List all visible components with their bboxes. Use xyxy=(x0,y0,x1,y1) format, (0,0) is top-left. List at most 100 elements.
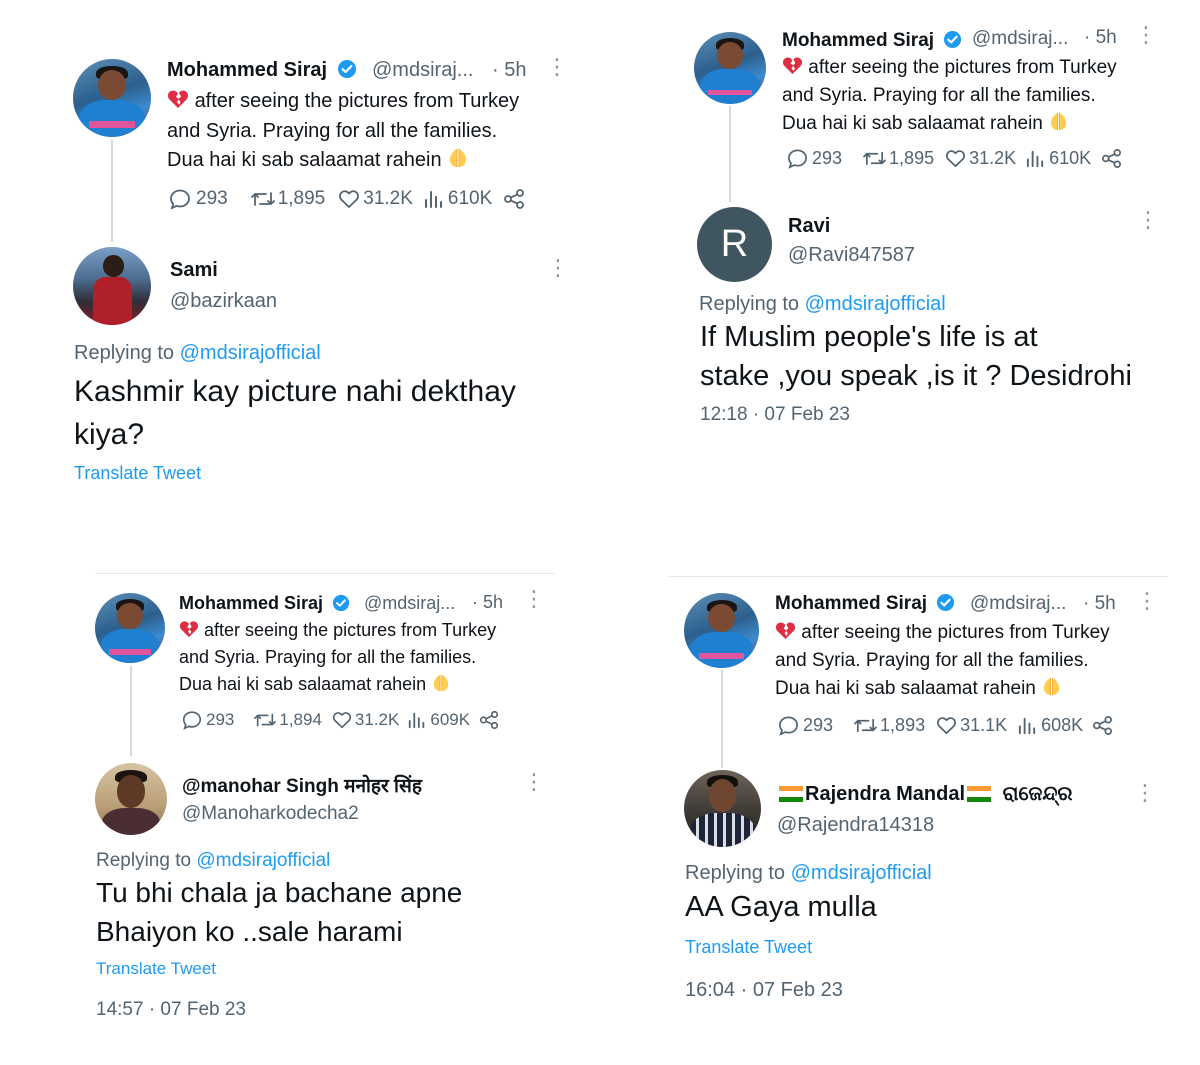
replying-to-line: Replying to @mdsirajofficial xyxy=(74,342,321,364)
share-action[interactable] xyxy=(1100,147,1123,170)
reply-author-handle[interactable]: @Ravi847587 xyxy=(788,244,915,267)
reply-icon xyxy=(170,189,190,210)
original-author-avatar[interactable] xyxy=(694,32,766,104)
heart-icon xyxy=(946,150,966,168)
original-author-handle[interactable]: @mdsiraj... xyxy=(970,593,1066,615)
reply-author-avatar[interactable] xyxy=(684,770,761,847)
tweet-action-bar: 293 1,895 31.2K 610K xyxy=(168,187,526,211)
translate-tweet-link[interactable]: Translate Tweet xyxy=(685,937,812,958)
retweet-icon xyxy=(863,151,886,166)
original-author-avatar[interactable] xyxy=(73,59,151,137)
reply-action[interactable]: 293 xyxy=(777,714,833,737)
verified-badge-icon xyxy=(332,594,350,612)
reply-author-handle[interactable]: @Rajendra14318 xyxy=(777,814,934,837)
share-action[interactable] xyxy=(502,187,526,211)
reply-count: 293 xyxy=(803,715,834,735)
like-action[interactable]: 31.2K xyxy=(337,187,413,211)
more-options-icon[interactable]: ⋮ xyxy=(1135,24,1157,46)
like-action[interactable]: 31.2K xyxy=(944,147,1016,170)
share-icon xyxy=(479,710,499,730)
more-options-icon[interactable]: ⋮ xyxy=(546,56,568,78)
original-tweet-text: after seeing the pictures from Turkey an… xyxy=(782,57,1117,134)
reply-action[interactable]: 293 xyxy=(786,147,842,170)
heart-icon xyxy=(339,190,360,208)
original-author-handle[interactable]: @mdsiraj... xyxy=(972,28,1068,50)
verified-badge-icon xyxy=(337,60,356,78)
reply-timestamp[interactable]: 12:18 · 07 Feb 23 xyxy=(700,404,850,426)
reply-more-options-icon[interactable]: ⋮ xyxy=(523,771,545,793)
replying-to-link[interactable]: @mdsirajofficial xyxy=(196,850,330,871)
views-action[interactable]: 610K xyxy=(423,187,492,211)
tweet-action-bar: 293 1,894 31.2K 609K xyxy=(181,709,500,731)
retweet-count: 1,895 xyxy=(277,188,326,209)
original-tweet-age[interactable]: · 5h xyxy=(492,59,526,82)
original-tweet-age[interactable]: · 5h xyxy=(1084,27,1117,49)
reply-author-avatar[interactable] xyxy=(73,247,151,325)
reply-more-options-icon[interactable]: ⋮ xyxy=(1137,209,1159,231)
thread-connector xyxy=(130,666,132,756)
retweet-action[interactable]: 1,895 xyxy=(250,187,326,211)
reply-tweet-text: Tu bhi chala ja bachane apne Bhaiyon ko … xyxy=(96,877,463,947)
reply-timestamp[interactable]: 14:57 · 07 Feb 23 xyxy=(96,999,246,1021)
india-flag-icon xyxy=(779,786,803,802)
views-icon xyxy=(1027,150,1044,168)
share-action[interactable] xyxy=(1091,714,1114,737)
broken-heart-icon xyxy=(179,621,199,638)
like-action[interactable]: 31.2K xyxy=(331,709,399,731)
views-icon xyxy=(1019,717,1036,735)
retweet-action[interactable]: 1,893 xyxy=(853,714,925,737)
translate-tweet-link[interactable]: Translate Tweet xyxy=(96,959,216,979)
share-icon xyxy=(1093,716,1113,735)
praying-hands-icon xyxy=(1044,677,1060,696)
retweet-action[interactable]: 1,894 xyxy=(253,709,322,731)
original-author-name[interactable]: Mohammed Siraj xyxy=(775,593,955,615)
original-tweet-age[interactable]: · 5h xyxy=(472,592,503,613)
reply-action[interactable]: 293 xyxy=(168,187,228,211)
reply-more-options-icon[interactable]: ⋮ xyxy=(1134,782,1156,804)
share-action[interactable] xyxy=(478,709,500,731)
views-action[interactable]: 610K xyxy=(1025,147,1091,170)
original-author-name[interactable]: Mohammed Siraj xyxy=(179,593,350,614)
reply-author-name[interactable]: Ravi xyxy=(788,215,830,238)
reply-author-name[interactable]: @manohar Singh मनोहर सिंह xyxy=(182,772,422,798)
reply-author-name[interactable]: Sami xyxy=(170,259,218,282)
like-action[interactable]: 31.1K xyxy=(935,714,1007,737)
replying-to-link[interactable]: @mdsirajofficial xyxy=(791,862,932,884)
reply-timestamp[interactable]: 16:04 · 07 Feb 23 xyxy=(685,979,843,1002)
reply-count: 293 xyxy=(812,148,843,168)
original-tweet-text: after seeing the pictures from Turkey an… xyxy=(167,90,520,171)
verified-badge-icon xyxy=(937,593,955,612)
reply-count: 293 xyxy=(196,188,228,209)
screenshot-panel-3: Mohammed Siraj @mdsiraj... · 5h ⋮ after … xyxy=(0,560,600,1065)
views-action[interactable]: 609K xyxy=(407,709,470,731)
reply-count: 293 xyxy=(206,710,235,729)
reply-author-name[interactable]: Rajendra Mandal ରାଜେନ୍ଦ୍ର xyxy=(777,783,1073,806)
replying-to-line: Replying to @mdsirajofficial xyxy=(96,850,331,871)
tweet-action-bar: 293 1,895 31.2K 610K xyxy=(786,147,1123,170)
original-author-handle[interactable]: @mdsiraj... xyxy=(364,593,455,614)
original-author-avatar[interactable] xyxy=(95,593,165,663)
views-action[interactable]: 608K xyxy=(1017,714,1083,737)
retweet-count: 1,893 xyxy=(880,715,926,735)
replying-to-link[interactable]: @mdsirajofficial xyxy=(805,293,946,315)
like-count: 31.2K xyxy=(363,188,413,209)
reply-more-options-icon[interactable]: ⋮ xyxy=(547,257,569,279)
retweet-action[interactable]: 1,895 xyxy=(862,147,934,170)
reply-author-avatar[interactable]: R xyxy=(697,207,772,282)
more-options-icon[interactable]: ⋮ xyxy=(523,588,545,610)
reply-action[interactable]: 293 xyxy=(181,709,234,731)
replying-to-link[interactable]: @mdsirajofficial xyxy=(180,342,321,364)
reply-author-handle[interactable]: @Manoharkodecha2 xyxy=(182,803,359,825)
original-author-handle[interactable]: @mdsiraj... xyxy=(372,59,473,82)
original-tweet-age[interactable]: · 5h xyxy=(1083,593,1116,615)
reply-author-handle[interactable]: @bazirkaan xyxy=(170,290,277,313)
reply-author-avatar[interactable] xyxy=(95,763,167,835)
more-options-icon[interactable]: ⋮ xyxy=(1136,590,1158,612)
original-author-name[interactable]: Mohammed Siraj xyxy=(782,30,962,52)
original-author-avatar[interactable] xyxy=(684,593,759,668)
original-author-name[interactable]: Mohammed Siraj xyxy=(167,59,357,82)
like-count: 31.2K xyxy=(354,710,400,729)
views-icon xyxy=(409,712,425,729)
views-count: 608K xyxy=(1041,715,1084,735)
translate-tweet-link[interactable]: Translate Tweet xyxy=(74,463,201,484)
